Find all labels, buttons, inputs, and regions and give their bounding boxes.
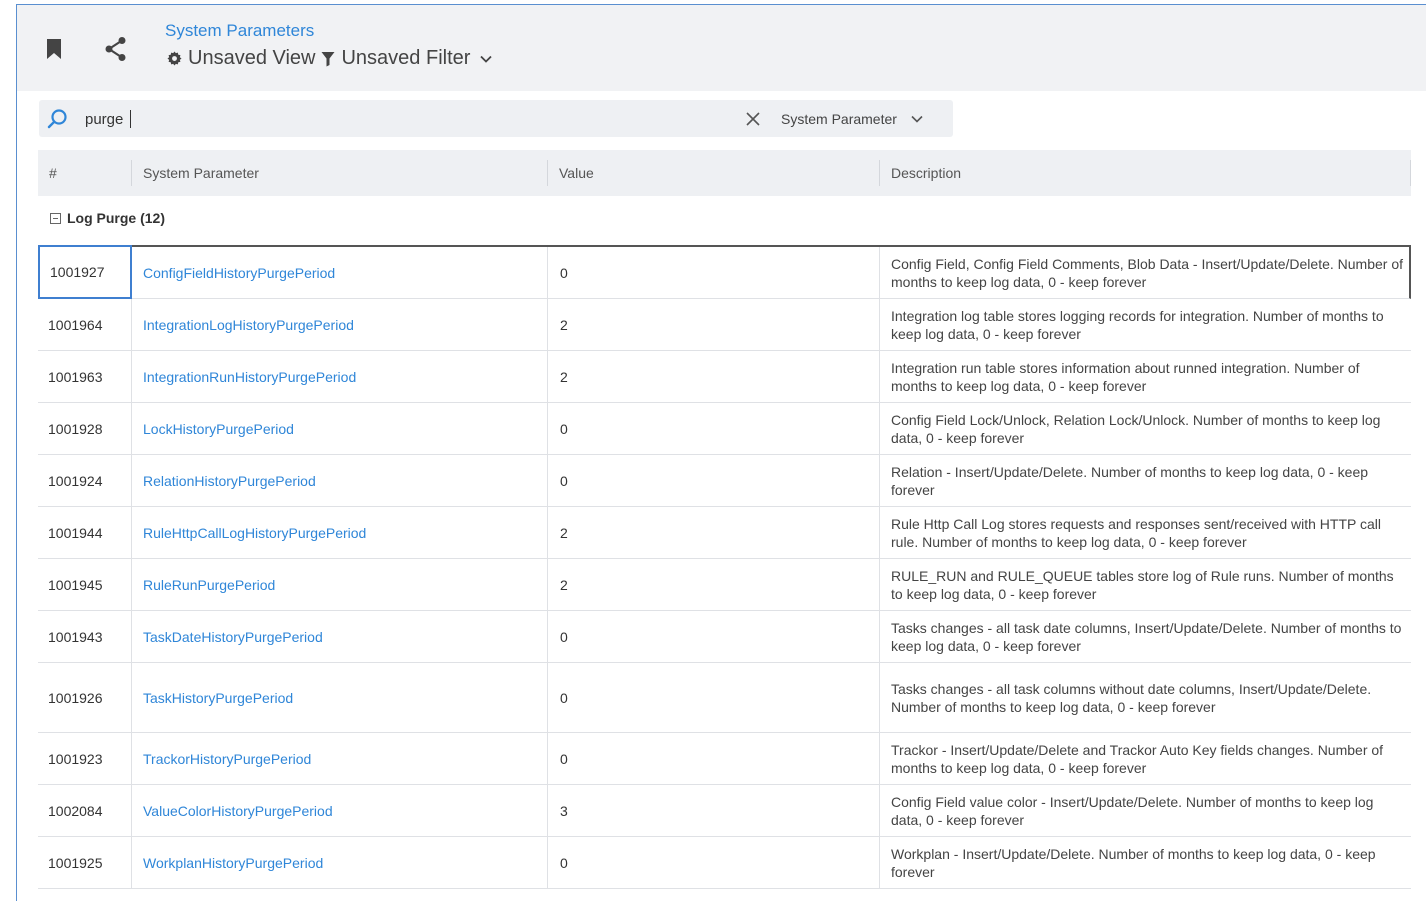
gear-icon (167, 51, 182, 66)
group-label: Log Purge (12) (67, 210, 166, 226)
cell-parameter-link[interactable]: RuleHttpCallLogHistoryPurgePeriod (132, 507, 548, 558)
cell-description[interactable]: Config Field value color - Insert/Update… (880, 785, 1411, 836)
cell-parameter-link[interactable]: TrackorHistoryPurgePeriod (132, 733, 548, 784)
cell-description[interactable]: Integration log table stores logging rec… (880, 299, 1411, 350)
collapse-icon[interactable] (50, 212, 61, 224)
cell-parameter-link[interactable]: IntegrationLogHistoryPurgePeriod (132, 299, 548, 350)
search-bar: System Parameter (39, 100, 953, 137)
share-icon[interactable] (103, 36, 129, 62)
cell-value[interactable]: 0 (548, 611, 880, 662)
column-header-number[interactable]: # (38, 160, 132, 186)
column-header-value[interactable]: Value (548, 160, 880, 186)
cell-id[interactable]: 1001963 (38, 351, 132, 402)
table-row[interactable]: 1001943 TaskDateHistoryPurgePeriod 0 Tas… (38, 611, 1411, 663)
table-row[interactable]: 1001926 TaskHistoryPurgePeriod 0 Tasks c… (38, 663, 1411, 733)
cell-parameter-link[interactable]: LockHistoryPurgePeriod (132, 403, 548, 454)
chevron-down-icon (911, 115, 923, 123)
cell-value[interactable]: 0 (548, 733, 880, 784)
cell-description[interactable]: Rule Http Call Log stores requests and r… (880, 507, 1411, 558)
cell-parameter-link[interactable]: RuleRunPurgePeriod (132, 559, 548, 610)
cell-parameter-link[interactable]: WorkplanHistoryPurgePeriod (132, 837, 548, 888)
cell-id[interactable]: 1001945 (38, 559, 132, 610)
cell-value[interactable]: 2 (548, 299, 880, 350)
text-cursor (130, 110, 131, 128)
cell-parameter-link[interactable]: TaskHistoryPurgePeriod (132, 663, 548, 732)
cell-id[interactable]: 1001924 (38, 455, 132, 506)
cell-id[interactable]: 1001923 (38, 733, 132, 784)
cell-parameter-link[interactable]: IntegrationRunHistoryPurgePeriod (132, 351, 548, 402)
table-row[interactable]: 1002084 ValueColorHistoryPurgePeriod 3 C… (38, 785, 1411, 837)
search-icon[interactable] (47, 108, 69, 130)
cell-parameter-link[interactable]: TaskDateHistoryPurgePeriod (132, 611, 548, 662)
table-row[interactable]: 1001928 LockHistoryPurgePeriod 0 Config … (38, 403, 1411, 455)
table-body: 1001927 ConfigFieldHistoryPurgePeriod 0 … (38, 245, 1411, 889)
table-row[interactable]: 1001925 WorkplanHistoryPurgePeriod 0 Wor… (38, 837, 1411, 889)
filter-icon (321, 51, 335, 67)
cell-id[interactable]: 1001925 (38, 837, 132, 888)
column-header-description[interactable]: Description (880, 160, 1411, 186)
table-row[interactable]: 1001924 RelationHistoryPurgePeriod 0 Rel… (38, 455, 1411, 507)
search-input[interactable] (85, 106, 725, 132)
cell-value[interactable]: 0 (548, 455, 880, 506)
page-header: System Parameters Unsaved View Unsaved F… (17, 5, 1426, 91)
page-title[interactable]: System Parameters (165, 21, 314, 41)
cell-parameter-link[interactable]: RelationHistoryPurgePeriod (132, 455, 548, 506)
cell-value[interactable]: 2 (548, 559, 880, 610)
cell-value[interactable]: 2 (548, 351, 880, 402)
column-header-system-parameter[interactable]: System Parameter (132, 160, 548, 186)
filter-selector[interactable]: Unsaved Filter (321, 47, 470, 70)
cell-value[interactable]: 0 (548, 247, 880, 298)
cell-id[interactable]: 1002084 (38, 785, 132, 836)
table-row[interactable]: 1001944 RuleHttpCallLogHistoryPurgePerio… (38, 507, 1411, 559)
close-icon[interactable] (743, 109, 763, 129)
cell-description[interactable]: Relation - Insert/Update/Delete. Number … (880, 455, 1411, 506)
table-row[interactable]: 1001963 IntegrationRunHistoryPurgePeriod… (38, 351, 1411, 403)
cell-description[interactable]: RULE_RUN and RULE_QUEUE tables store log… (880, 559, 1411, 610)
table-row[interactable]: 1001964 IntegrationLogHistoryPurgePeriod… (38, 299, 1411, 351)
view-label: Unsaved View (188, 47, 316, 69)
cell-description[interactable]: Trackor - Insert/Update/Delete and Track… (880, 733, 1411, 784)
cell-value[interactable]: 3 (548, 785, 880, 836)
main-frame: System Parameters Unsaved View Unsaved F… (16, 4, 1426, 901)
cell-description[interactable]: Tasks changes - all task date columns, I… (880, 611, 1411, 662)
cell-parameter-link[interactable]: ValueColorHistoryPurgePeriod (132, 785, 548, 836)
cell-id[interactable]: 1001943 (38, 611, 132, 662)
cell-id[interactable]: 1001928 (38, 403, 132, 454)
search-field-label: System Parameter (781, 110, 897, 127)
filter-label: Unsaved Filter (341, 47, 471, 69)
view-selector[interactable]: Unsaved View (167, 47, 315, 70)
cell-description[interactable]: Integration run table stores information… (880, 351, 1411, 402)
table-header: # System Parameter Value Description (38, 150, 1411, 196)
cell-id[interactable]: 1001944 (38, 507, 132, 558)
group-header-log-purge[interactable]: Log Purge (12) (38, 205, 165, 231)
cell-description[interactable]: Config Field Lock/Unlock, Relation Lock/… (880, 403, 1411, 454)
cell-description[interactable]: Tasks changes - all task columns without… (880, 663, 1411, 732)
cell-description[interactable]: Config Field, Config Field Comments, Blo… (880, 247, 1411, 298)
table-row[interactable]: 1001945 RuleRunPurgePeriod 2 RULE_RUN an… (38, 559, 1411, 611)
cell-id[interactable]: 1001927 (38, 245, 132, 299)
cell-value[interactable]: 2 (548, 507, 880, 558)
table-row[interactable]: 1001927 ConfigFieldHistoryPurgePeriod 0 … (38, 245, 1411, 299)
cell-id[interactable]: 1001926 (38, 663, 132, 732)
cell-id[interactable]: 1001964 (38, 299, 132, 350)
cell-value[interactable]: 0 (548, 663, 880, 732)
bookmark-icon[interactable] (41, 36, 67, 62)
view-filter-selector[interactable]: Unsaved View Unsaved Filter (167, 47, 493, 70)
cell-parameter-link[interactable]: ConfigFieldHistoryPurgePeriod (132, 247, 548, 298)
cell-value[interactable]: 0 (548, 837, 880, 888)
cell-description[interactable]: Workplan - Insert/Update/Delete. Number … (880, 837, 1411, 888)
cell-value[interactable]: 0 (548, 403, 880, 454)
table-row[interactable]: 1001923 TrackorHistoryPurgePeriod 0 Trac… (38, 733, 1411, 785)
chevron-down-icon[interactable] (480, 55, 493, 63)
search-field-dropdown[interactable]: System Parameter (781, 100, 923, 137)
